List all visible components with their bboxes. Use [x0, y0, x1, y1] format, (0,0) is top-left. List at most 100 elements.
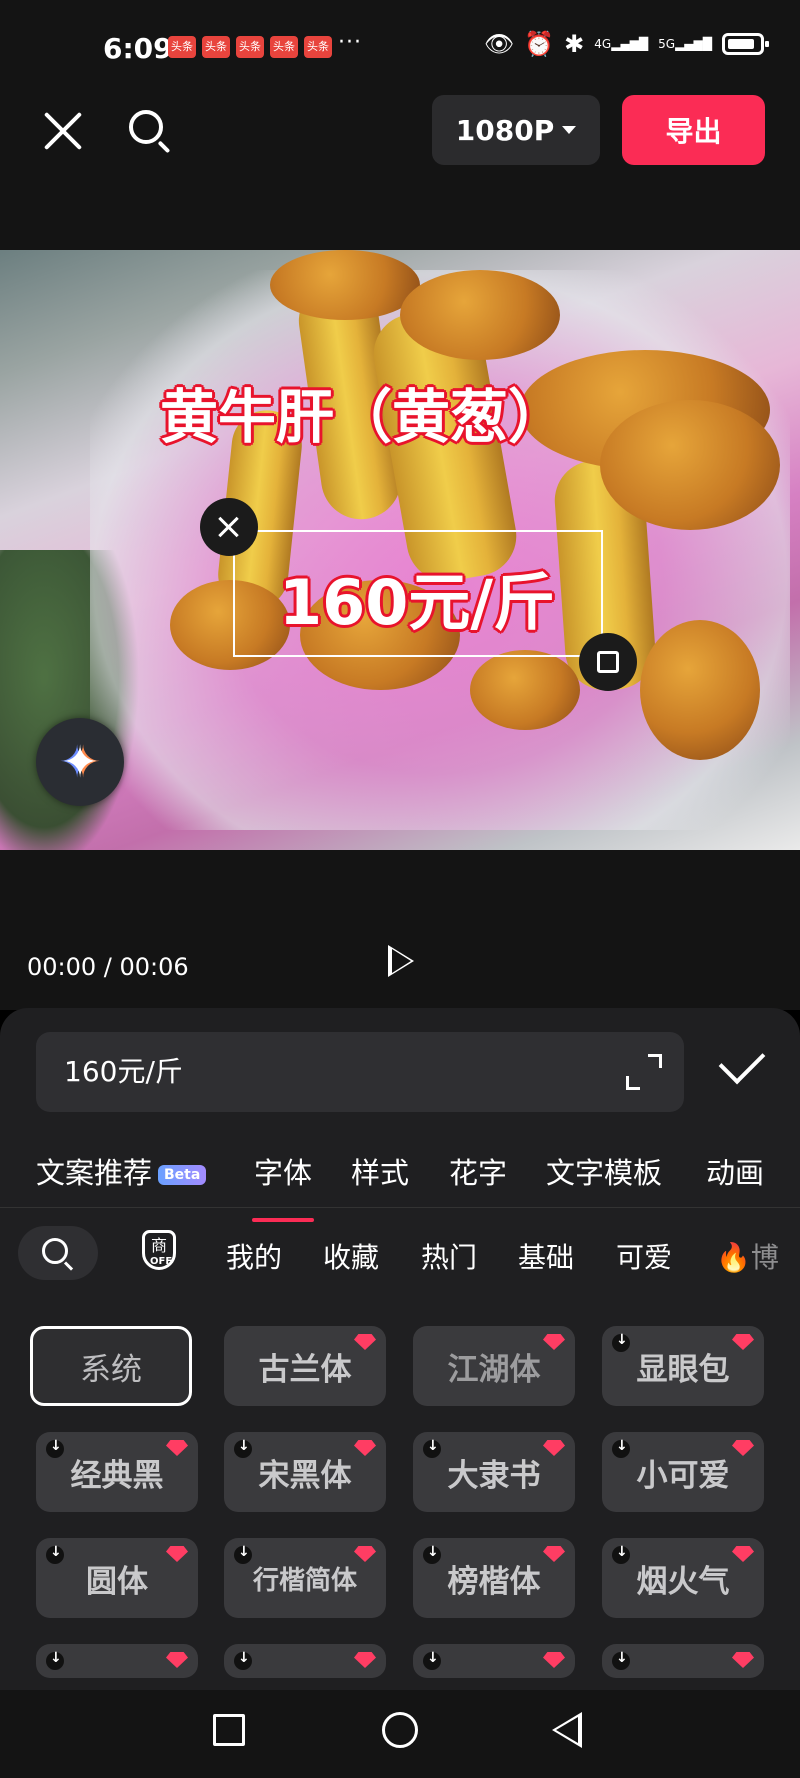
tab-font[interactable]: 字体	[251, 1150, 315, 1222]
premium-gem-icon	[732, 1652, 754, 1668]
premium-gem-icon	[166, 1652, 188, 1668]
premium-gem-icon	[354, 1334, 376, 1350]
editor-tabs: 文案推荐 Beta 字体 样式 花字 文字模板 动画	[0, 1128, 800, 1222]
resolution-button[interactable]: 1080P	[432, 95, 600, 165]
premium-gem-icon	[354, 1546, 376, 1562]
font-option[interactable]	[224, 1644, 386, 1678]
font-option[interactable]: 古兰体	[224, 1326, 386, 1406]
tab-copy-recommend[interactable]: 文案推荐 Beta	[36, 1150, 207, 1192]
price-text-overlay: 160元/斤	[279, 566, 556, 639]
premium-gem-icon	[732, 1546, 754, 1562]
confirm-check-icon[interactable]	[718, 1037, 766, 1085]
download-icon	[234, 1544, 252, 1564]
category-bo[interactable]: 🔥博	[716, 1236, 779, 1276]
rotate-scale-icon[interactable]	[579, 633, 637, 691]
back-icon[interactable]	[552, 1712, 582, 1748]
tab-style[interactable]: 样式	[351, 1150, 409, 1192]
search-icon[interactable]	[127, 108, 173, 154]
download-icon	[612, 1650, 630, 1670]
text-editor-panel: 160元/斤 文案推荐 Beta 字体 样式 花字 文字模板 动画 商 OFF 我…	[0, 1008, 800, 1778]
play-icon[interactable]	[388, 945, 414, 977]
commercial-off-icon[interactable]: 商 OFF	[138, 1230, 182, 1276]
premium-gem-icon	[543, 1334, 565, 1350]
download-icon	[46, 1438, 64, 1458]
download-icon	[423, 1438, 441, 1458]
text-input-field[interactable]: 160元/斤	[36, 1032, 684, 1112]
tab-animation[interactable]: 动画	[706, 1150, 764, 1192]
font-option[interactable]: 烟火气	[602, 1538, 764, 1618]
video-preview[interactable]: 黄牛肝（黄葱） 160元/斤 ✦	[0, 250, 800, 850]
close-icon[interactable]	[40, 108, 86, 154]
font-option[interactable]: 宋黑体	[224, 1432, 386, 1512]
chevron-down-icon	[562, 126, 577, 134]
title-text-overlay[interactable]: 黄牛肝（黄葱）	[160, 370, 566, 454]
download-icon	[234, 1438, 252, 1458]
status-bar: 6:09 头条 头条 头条 头条 头条 ··· 👁 ⏰ ✱ 4G▂▄▆█ 5G▂…	[0, 0, 800, 90]
bluetooth-icon: ✱	[564, 30, 585, 58]
system-nav-bar	[0, 1690, 800, 1778]
export-button[interactable]: 导出	[622, 95, 765, 165]
font-option[interactable]	[602, 1644, 764, 1678]
tab-text-template[interactable]: 文字模板	[546, 1150, 662, 1192]
font-option[interactable]	[413, 1644, 575, 1678]
font-option[interactable]: 显眼包	[602, 1326, 764, 1406]
download-icon	[234, 1650, 252, 1670]
font-option[interactable]: 大隶书	[413, 1432, 575, 1512]
font-option[interactable]: 江湖体	[413, 1326, 575, 1406]
app-notification-icon: 头条	[236, 36, 264, 58]
expand-icon[interactable]	[626, 1054, 662, 1090]
more-notifications: ···	[338, 30, 362, 55]
notification-icons: 头条 头条 头条 头条 头条	[168, 36, 332, 58]
category-cute[interactable]: 可爱	[616, 1236, 672, 1276]
font-option[interactable]: 经典黑	[36, 1432, 198, 1512]
font-option[interactable]	[36, 1644, 198, 1678]
download-icon	[46, 1650, 64, 1670]
selected-text-box[interactable]: 160元/斤	[233, 530, 603, 657]
category-favorites[interactable]: 收藏	[323, 1236, 379, 1276]
premium-gem-icon	[732, 1440, 754, 1456]
battery-icon	[722, 33, 769, 55]
delete-text-icon[interactable]	[200, 498, 258, 556]
font-option[interactable]: 榜楷体	[413, 1538, 575, 1618]
text-input-value: 160元/斤	[64, 1055, 183, 1088]
download-icon	[46, 1544, 64, 1564]
alarm-icon: ⏰	[524, 30, 555, 58]
font-option-system[interactable]: 系统	[30, 1326, 192, 1406]
premium-gem-icon	[543, 1652, 565, 1668]
premium-gem-icon	[543, 1546, 565, 1562]
fire-icon: 🔥	[716, 1241, 751, 1274]
signal-icon: 4G▂▄▆█	[594, 37, 649, 51]
download-icon	[612, 1438, 630, 1458]
status-time: 6:09	[103, 32, 173, 65]
eye-icon: 👁	[483, 30, 515, 58]
premium-gem-icon	[354, 1652, 376, 1668]
download-icon	[423, 1650, 441, 1670]
font-option[interactable]: 圆体	[36, 1538, 198, 1618]
font-search-icon[interactable]	[18, 1226, 98, 1280]
recents-icon[interactable]	[213, 1714, 245, 1746]
top-toolbar: 1080P 导出	[0, 90, 800, 250]
font-option[interactable]: 小可爱	[602, 1432, 764, 1512]
signal-icon: 5G▂▄▆█	[658, 37, 712, 51]
resolution-label: 1080P	[455, 113, 555, 147]
premium-gem-icon	[543, 1440, 565, 1456]
system-icons: 👁 ⏰ ✱ 4G▂▄▆█ 5G▂▄▆█	[483, 30, 769, 58]
beta-badge: Beta	[158, 1165, 207, 1185]
playback-bar: 00:00 / 00:06	[0, 850, 800, 1010]
premium-gem-icon	[354, 1440, 376, 1456]
category-basic[interactable]: 基础	[518, 1236, 574, 1276]
premium-gem-icon	[732, 1334, 754, 1350]
font-category-bar: 商 OFF 我的 收藏 热门 基础 可爱 🔥博	[0, 1226, 800, 1286]
download-icon	[612, 1332, 630, 1352]
category-mine[interactable]: 我的	[226, 1236, 282, 1276]
tab-fancy-text[interactable]: 花字	[449, 1150, 507, 1192]
download-icon	[423, 1544, 441, 1564]
app-notification-icon: 头条	[202, 36, 230, 58]
font-option[interactable]: 行楷简体	[224, 1538, 386, 1618]
sparkle-icon: ✦	[61, 736, 99, 788]
category-popular[interactable]: 热门	[421, 1236, 477, 1276]
app-notification-icon: 头条	[270, 36, 298, 58]
ai-sparkle-button[interactable]: ✦	[36, 718, 124, 806]
home-icon[interactable]	[382, 1712, 418, 1748]
app-notification-icon: 头条	[168, 36, 196, 58]
